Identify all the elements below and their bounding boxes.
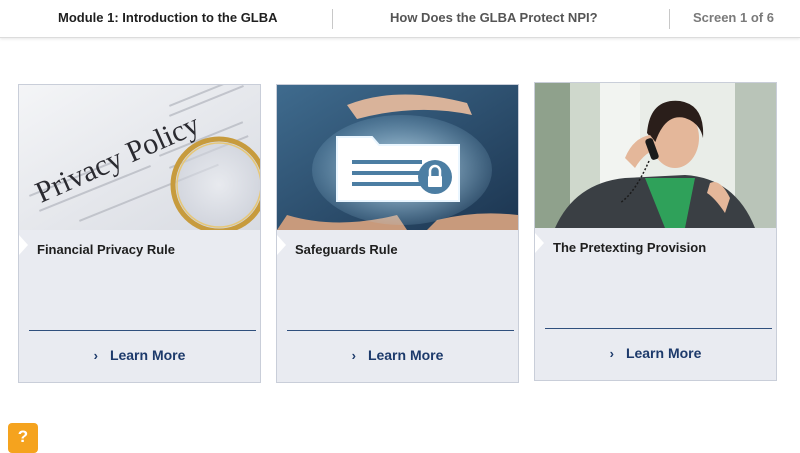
pretexting-image (535, 83, 776, 228)
module-title: Module 1: Introduction to the GLBA (58, 10, 278, 25)
learn-more-label: Learn More (625, 345, 702, 361)
card-divider (545, 328, 772, 329)
card-divider (29, 330, 256, 331)
chevron-right-icon: › (609, 346, 614, 361)
learn-more-label: Learn More (367, 347, 444, 363)
card-notch (19, 235, 28, 255)
card-divider (287, 330, 514, 331)
learn-more-label: Learn More (109, 347, 186, 363)
top-header: Module 1: Introduction to the GLBA How D… (0, 0, 800, 38)
header-divider (332, 9, 333, 29)
chevron-right-icon: › (93, 348, 98, 363)
header-divider (669, 9, 670, 29)
card-pretexting-provision: The Pretexting Provision › Learn More (534, 82, 777, 381)
safeguards-image (277, 85, 518, 230)
help-button[interactable]: ? (8, 423, 38, 453)
learn-more-link[interactable]: › Learn More (535, 345, 776, 361)
card-title: Financial Privacy Rule (37, 242, 176, 257)
screen-counter: Screen 1 of 6 (693, 10, 774, 25)
screen-title: How Does the GLBA Protect NPI? (390, 10, 598, 25)
card-notch (535, 233, 544, 253)
card-financial-privacy-rule: Privacy Policy Financial Privacy Rule › L… (18, 84, 261, 383)
chevron-right-icon: › (351, 348, 356, 363)
learn-more-link[interactable]: › Learn More (277, 347, 518, 363)
privacy-policy-image: Privacy Policy (19, 85, 260, 230)
card-notch (277, 235, 286, 255)
card-safeguards-rule: Safeguards Rule › Learn More (276, 84, 519, 383)
card-title: The Pretexting Provision (553, 240, 707, 255)
card-title: Safeguards Rule (295, 242, 398, 257)
learn-more-link[interactable]: › Learn More (19, 347, 260, 363)
